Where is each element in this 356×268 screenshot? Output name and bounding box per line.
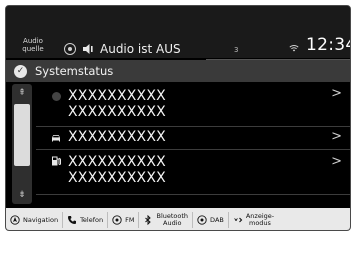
status-list: XXXXXXXXXX XXXXXXXXXX > XXXXXXXXXX > XXX… [36, 82, 350, 209]
fm-label: FM [125, 215, 135, 224]
phone-label: Telefon [80, 215, 104, 224]
dot-icon [52, 92, 61, 101]
car-icon [52, 135, 60, 142]
top-bar: Audio quelle Audio ist AUS 3 12:34 [6, 6, 350, 60]
page-title: Systemstatus [35, 64, 114, 78]
chevron-right-icon: > [331, 154, 342, 169]
audio-source-label-line2: quelle [22, 45, 44, 53]
display-mode-button[interactable]: Anzeige- modus [229, 208, 278, 230]
list-item-text: XXXXXXXXXX XXXXXXXXXX [68, 154, 166, 186]
navigation-button[interactable]: Navigation [6, 208, 62, 230]
list-item-text: XXXXXXXXXX XXXXXXXXXX [68, 88, 166, 120]
list-item[interactable]: XXXXXXXXXX XXXXXXXXXX > [36, 82, 350, 127]
infotainment-screen: Audio quelle Audio ist AUS 3 12:34 ✓ Sys… [5, 5, 351, 231]
list-item[interactable]: XXXXXXXXXX XXXXXXXXXX > [36, 150, 350, 195]
display-mode-label: Anzeige- modus [245, 212, 275, 227]
phone-button[interactable]: Telefon [63, 208, 107, 230]
bluetooth-icon [145, 215, 152, 225]
systemstatus-header: ✓ Systemstatus [6, 60, 350, 82]
scroll-up-icon[interactable]: ⇞ [12, 86, 32, 100]
speaker-off-icon [83, 44, 93, 54]
audio-source-label-line1: Audio [23, 37, 43, 45]
list-item-partial[interactable] [36, 195, 350, 209]
bluetooth-audio-label: Bluetooth Audio [156, 212, 189, 227]
audio-status-text: Audio ist AUS [100, 42, 181, 56]
list-item[interactable]: XXXXXXXXXX > [36, 127, 350, 150]
radio-icon [197, 215, 207, 225]
radio-icon [112, 215, 122, 225]
display-mode-icon [234, 217, 243, 223]
bluetooth-audio-button[interactable]: Bluetooth Audio [139, 208, 192, 230]
chevron-right-icon: > [331, 86, 342, 101]
signal-number: 3 [234, 46, 239, 54]
bottom-bar: Navigation Telefon FM Bluetooth Audio DA… [6, 208, 350, 230]
audio-status-icon [64, 43, 76, 55]
wifi-icon [289, 45, 299, 52]
navigation-icon [10, 215, 20, 225]
list-item-text: XXXXXXXXXX [68, 129, 166, 145]
scroll-thumb[interactable] [14, 104, 30, 166]
scroll-down-icon[interactable]: ⇟ [12, 188, 32, 202]
dab-label: DAB [210, 215, 224, 224]
audio-source-button[interactable]: Audio quelle [14, 37, 52, 59]
chevron-right-icon: > [331, 129, 342, 144]
phone-icon [68, 216, 77, 224]
check-icon: ✓ [14, 64, 27, 78]
scrollbar[interactable]: ⇞ ⇟ [12, 84, 32, 204]
clock: 12:34 [306, 35, 350, 55]
fm-button[interactable]: FM [108, 208, 138, 230]
audio-status[interactable]: Audio ist AUS [64, 40, 181, 58]
navigation-label: Navigation [23, 215, 59, 224]
fuel-icon [52, 156, 61, 166]
dab-button[interactable]: DAB [193, 208, 228, 230]
